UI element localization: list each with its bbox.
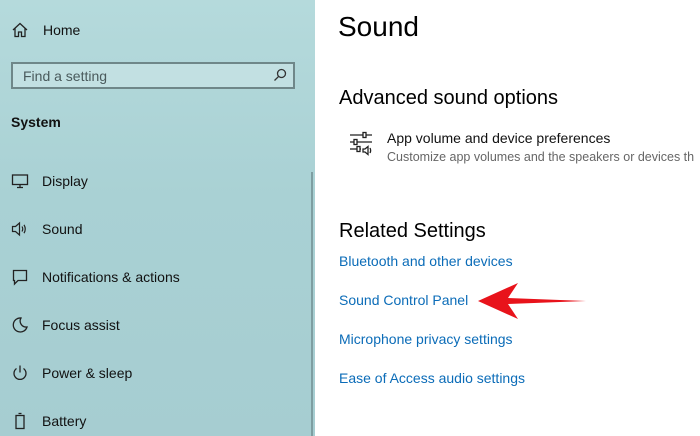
microphone-privacy-link[interactable]: Microphone privacy settings [339, 331, 513, 347]
sidebar-item-sound[interactable]: Sound [10, 216, 300, 242]
moon-icon [10, 315, 30, 335]
sidebar-item-display[interactable]: Display [10, 168, 300, 194]
sidebar-item-power-sleep[interactable]: Power & sleep [10, 360, 300, 386]
power-icon [10, 363, 30, 383]
section-title-system: System [11, 114, 61, 130]
sidebar-item-label: Battery [42, 413, 87, 429]
main-content: Sound Advanced sound options App volume … [315, 0, 700, 436]
sidebar: Home System Display Sound [0, 0, 315, 436]
sidebar-item-battery[interactable]: Battery [10, 408, 300, 434]
sidebar-scrollbar[interactable] [311, 172, 313, 436]
sliders-speaker-icon [349, 131, 375, 157]
home-label: Home [43, 22, 81, 38]
sound-control-panel-link[interactable]: Sound Control Panel [339, 292, 468, 308]
notification-icon [10, 267, 30, 287]
home-icon [10, 20, 30, 40]
search-box[interactable] [11, 62, 295, 89]
speaker-icon [10, 219, 30, 239]
red-arrow-annotation-icon [478, 283, 586, 319]
app-volume-preferences-item[interactable]: App volume and device preferences Custom… [349, 128, 700, 170]
battery-icon [10, 411, 30, 431]
search-icon[interactable] [273, 68, 287, 82]
sidebar-item-label: Display [42, 173, 88, 189]
search-input[interactable] [13, 64, 273, 87]
sidebar-item-label: Focus assist [42, 317, 120, 333]
sidebar-item-notifications[interactable]: Notifications & actions [10, 264, 300, 290]
sidebar-item-label: Sound [42, 221, 83, 237]
bluetooth-devices-link[interactable]: Bluetooth and other devices [339, 253, 513, 269]
advanced-sound-options-heading: Advanced sound options [339, 87, 559, 109]
ease-of-access-audio-link[interactable]: Ease of Access audio settings [339, 370, 525, 386]
sidebar-item-label: Power & sleep [42, 365, 133, 381]
display-icon [10, 171, 30, 191]
sidebar-item-focus-assist[interactable]: Focus assist [10, 312, 300, 338]
app-volume-preferences-title: App volume and device preferences [387, 130, 611, 146]
sidebar-item-label: Notifications & actions [42, 269, 180, 285]
app-volume-preferences-description: Customize app volumes and the speakers o… [387, 150, 695, 164]
page-title: Sound [338, 11, 419, 42]
related-settings-heading: Related Settings [339, 220, 486, 242]
home-nav-item[interactable]: Home [10, 18, 80, 42]
